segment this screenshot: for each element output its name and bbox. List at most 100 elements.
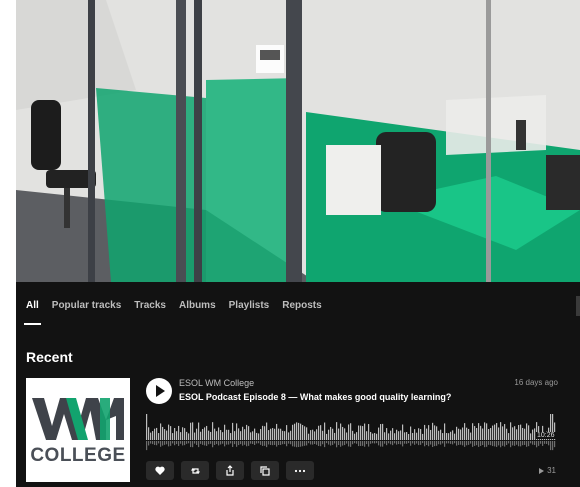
waveform-bar bbox=[154, 428, 156, 440]
waveform-bar bbox=[248, 426, 250, 440]
waveform-reflection bbox=[296, 441, 298, 448]
waveform-reflection bbox=[502, 441, 504, 446]
track-duration: 10:26 bbox=[536, 432, 556, 439]
waveform-bar bbox=[242, 426, 244, 440]
like-button[interactable] bbox=[146, 461, 174, 480]
waveform-reflection bbox=[330, 441, 332, 446]
waveform-bar bbox=[316, 429, 318, 440]
waveform[interactable] bbox=[146, 412, 556, 454]
waveform-bar bbox=[410, 426, 412, 440]
waveform-bar bbox=[338, 428, 340, 440]
waveform-reflection bbox=[182, 441, 184, 446]
heart-icon bbox=[155, 466, 165, 475]
waveform-bar bbox=[284, 431, 286, 440]
waveform-reflection bbox=[506, 441, 508, 445]
waveform-bar bbox=[186, 431, 188, 440]
waveform-bar bbox=[490, 428, 492, 440]
play-button[interactable] bbox=[146, 378, 172, 404]
waveform-bar bbox=[256, 432, 258, 440]
waveform-bar bbox=[398, 431, 400, 440]
waveform-reflection bbox=[452, 441, 454, 445]
waveform-bar bbox=[500, 422, 502, 440]
waveform-reflection bbox=[154, 441, 156, 445]
waveform-reflection bbox=[198, 441, 200, 448]
waveform-reflection bbox=[286, 441, 288, 447]
waveform-bar bbox=[392, 428, 394, 440]
waveform-reflection bbox=[160, 441, 162, 447]
tab-all[interactable]: All bbox=[24, 300, 41, 325]
posted-time: 16 days ago bbox=[514, 378, 558, 387]
waveform-reflection bbox=[246, 441, 248, 447]
waveform-reflection bbox=[282, 441, 284, 445]
waveform-reflection bbox=[520, 441, 522, 447]
waveform-bar bbox=[436, 426, 438, 440]
waveform-reflection bbox=[328, 441, 330, 445]
waveform-reflection bbox=[372, 441, 374, 444]
waveform-bar bbox=[202, 428, 204, 440]
waveform-bar bbox=[420, 429, 422, 440]
waveform-bar bbox=[148, 427, 150, 440]
waveform-reflection bbox=[432, 441, 434, 448]
waveform-reflection bbox=[338, 441, 340, 446]
waveform-reflection bbox=[152, 441, 154, 445]
waveform-bar bbox=[220, 430, 222, 440]
waveform-reflection bbox=[318, 441, 320, 446]
waveform-bar bbox=[456, 426, 458, 440]
waveform-bar bbox=[362, 426, 364, 440]
waveform-bar bbox=[448, 433, 450, 440]
tab-reposts[interactable]: Reposts bbox=[282, 300, 321, 319]
waveform-bar bbox=[236, 423, 238, 440]
waveform-bar bbox=[502, 426, 504, 440]
waveform-bar bbox=[198, 422, 200, 440]
tab-playlists[interactable]: Playlists bbox=[229, 300, 270, 319]
waveform-reflection bbox=[184, 441, 186, 446]
waveform-reflection bbox=[264, 441, 266, 446]
waveform-bar bbox=[356, 432, 358, 440]
waveform-bar bbox=[390, 430, 392, 440]
waveform-bar bbox=[384, 432, 386, 440]
waveform-reflection bbox=[294, 441, 296, 447]
waveform-reflection bbox=[202, 441, 204, 445]
tab-albums[interactable]: Albums bbox=[179, 300, 216, 319]
waveform-reflection bbox=[308, 441, 310, 444]
tab-popular-tracks[interactable]: Popular tracks bbox=[52, 300, 121, 319]
waveform-bar bbox=[182, 427, 184, 440]
waveform-bar bbox=[270, 428, 272, 440]
waveform-reflection bbox=[200, 441, 202, 444]
waveform-reflection bbox=[390, 441, 392, 445]
repost-button[interactable] bbox=[181, 461, 209, 480]
waveform-reflection bbox=[332, 441, 334, 445]
waveform-bar bbox=[368, 424, 370, 440]
share-button[interactable] bbox=[216, 461, 244, 480]
waveform-bar bbox=[260, 429, 262, 440]
waveform-reflection bbox=[178, 441, 180, 446]
waveform-bar bbox=[224, 424, 226, 440]
waveform-bar bbox=[492, 425, 494, 440]
waveform-reflection bbox=[468, 441, 470, 445]
waveform-bar bbox=[380, 424, 382, 440]
waveform-reflection bbox=[244, 441, 246, 445]
waveform-reflection bbox=[280, 441, 282, 445]
waveform-reflection bbox=[406, 441, 408, 444]
waveform-reflection bbox=[204, 441, 206, 446]
waveform-bar bbox=[250, 432, 252, 440]
waveform-reflection bbox=[368, 441, 370, 447]
track-artwork[interactable]: COLLEGE bbox=[26, 378, 130, 482]
waveform-bar bbox=[350, 423, 352, 440]
track-artist[interactable]: ESOL WM College bbox=[179, 378, 254, 388]
waveform-bar bbox=[328, 429, 330, 440]
more-button[interactable] bbox=[286, 461, 314, 480]
waveform-reflection bbox=[518, 441, 520, 447]
waveform-reflection bbox=[312, 441, 314, 445]
tab-tracks[interactable]: Tracks bbox=[134, 300, 166, 319]
waveform-reflection bbox=[344, 441, 346, 446]
waveform-bar bbox=[288, 432, 290, 440]
waveform-bar bbox=[320, 425, 322, 440]
waveform-bar bbox=[408, 433, 410, 440]
waveform-reflection bbox=[446, 441, 448, 444]
copy-link-button[interactable] bbox=[251, 461, 279, 480]
waveform-bar bbox=[458, 428, 460, 440]
track-title[interactable]: ESOL Podcast Episode 8 — What makes good… bbox=[179, 392, 451, 402]
waveform-bar bbox=[254, 428, 256, 440]
waveform-reflection bbox=[290, 441, 292, 445]
